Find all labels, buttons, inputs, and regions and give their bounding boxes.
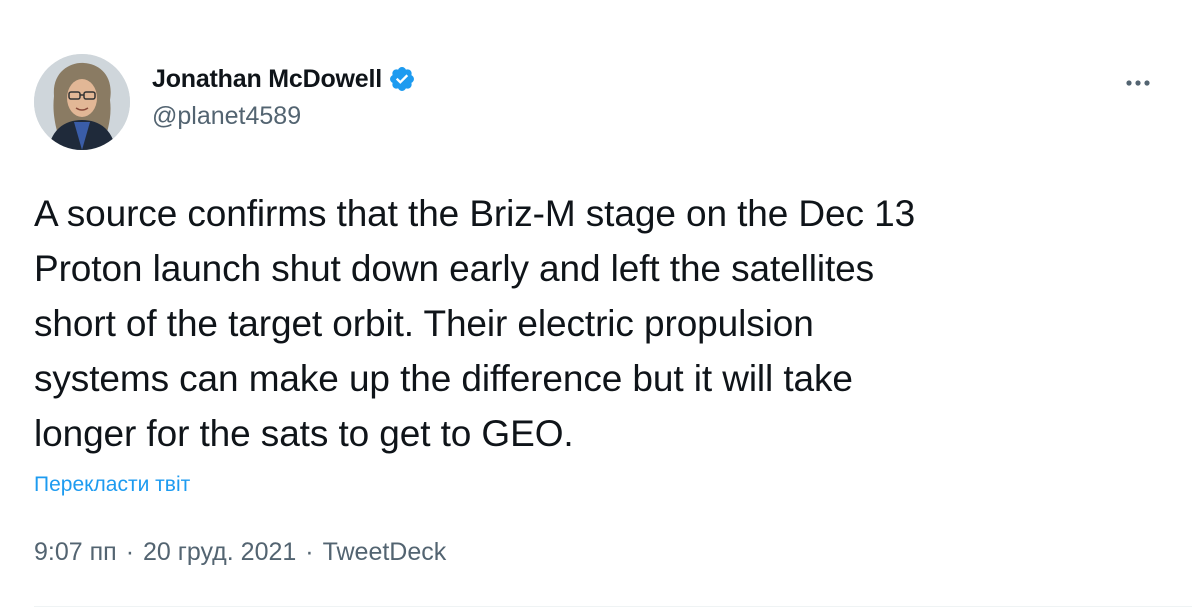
tweet-date[interactable]: 20 груд. 2021 bbox=[143, 538, 296, 567]
tweet-text: A source confirms that the Briz-M stage … bbox=[34, 193, 916, 454]
avatar[interactable] bbox=[34, 54, 130, 150]
translate-tweet-link[interactable]: Перекласти твіт bbox=[34, 473, 190, 497]
more-button[interactable] bbox=[1118, 68, 1158, 98]
verified-badge-icon bbox=[388, 65, 416, 93]
more-horizontal-icon bbox=[1126, 80, 1150, 86]
tweet-metadata: 9:07 пп · 20 груд. 2021 · TweetDeck bbox=[34, 538, 446, 567]
tweet: Jonathan McDowell @planet4589 A source c… bbox=[0, 0, 1192, 616]
author-info: Jonathan McDowell @planet4589 bbox=[152, 62, 416, 131]
display-name[interactable]: Jonathan McDowell bbox=[152, 65, 382, 94]
separator-dot: · bbox=[305, 538, 314, 566]
tweet-source[interactable]: TweetDeck bbox=[323, 538, 447, 567]
handle[interactable]: @planet4589 bbox=[152, 102, 416, 131]
avatar-image bbox=[34, 54, 130, 150]
divider bbox=[34, 606, 1192, 607]
separator-dot: · bbox=[125, 538, 135, 566]
tweet-time[interactable]: 9:07 пп bbox=[34, 538, 117, 567]
name-row: Jonathan McDowell bbox=[152, 62, 416, 96]
